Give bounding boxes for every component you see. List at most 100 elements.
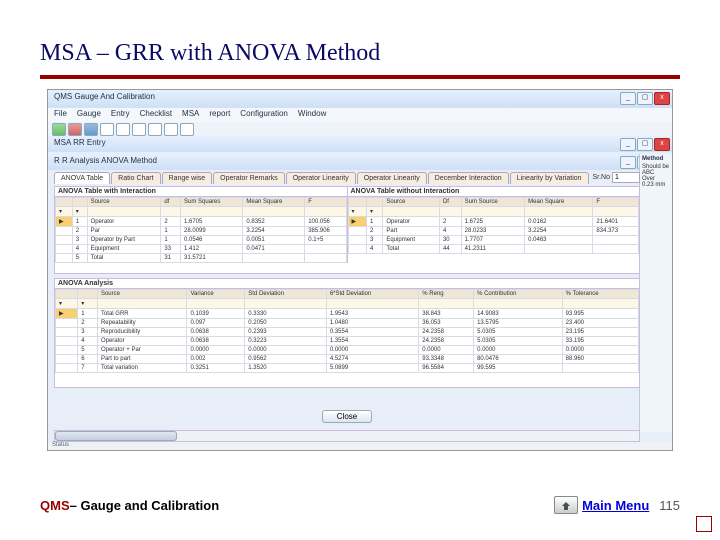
table-cell: Operator + Par [97, 346, 187, 355]
menu-window[interactable]: Window [298, 109, 326, 118]
scrollbar-thumb[interactable] [55, 431, 177, 441]
table-cell: Reproducibility [97, 328, 187, 337]
slide-title: MSA – GRR with ANOVA Method [40, 40, 680, 67]
table-cell: 31.5721 [181, 254, 243, 263]
table-cell: Repeatability [97, 319, 187, 328]
sub-maximize-icon[interactable]: ▢ [637, 138, 653, 151]
table-cell: 0.3251 [187, 364, 245, 373]
method-panel-title: Method [642, 156, 670, 162]
tab-6[interactable]: December Interaction [428, 172, 509, 184]
table-cell: 28.0099 [181, 227, 243, 236]
tab-5[interactable]: Operator Linearity [357, 172, 427, 184]
table-cell [56, 245, 73, 254]
table-cell: 96.5584 [419, 364, 474, 373]
slide-footer: QMS – Gauge and Calibration Main Menu 11… [40, 496, 680, 514]
tool-prev-icon[interactable] [132, 123, 146, 136]
main-menu-link[interactable]: Main Menu [554, 496, 649, 514]
menu-checklist[interactable]: Checklist [140, 109, 172, 118]
tool-delete-icon[interactable] [68, 123, 82, 136]
table-cell: 3 [78, 328, 98, 337]
table-cell: Equipment [383, 236, 440, 245]
horizontal-scrollbar[interactable] [54, 430, 640, 442]
close-button[interactable]: Close [322, 410, 372, 423]
menu-report[interactable]: report [209, 109, 230, 118]
sub-minimize-icon[interactable]: _ [620, 138, 636, 151]
table-cell: Total [383, 245, 440, 254]
table-cell: 0.1+5 [305, 236, 346, 245]
table-cell: 0.0000 [245, 346, 327, 355]
close-bar: Close [54, 410, 640, 428]
table-cell: Operator [97, 337, 187, 346]
table-cell: 36.053 [419, 319, 474, 328]
tool-first-icon[interactable] [116, 123, 130, 136]
menu-gauge[interactable]: Gauge [77, 109, 101, 118]
table-cell [305, 254, 346, 263]
table-cell: 6 [78, 355, 98, 364]
maximize-icon[interactable]: ▢ [637, 92, 653, 105]
tab-2[interactable]: Range wise [162, 172, 213, 184]
tab-4[interactable]: Operator Linearity [286, 172, 356, 184]
table-cell: 30 [439, 236, 461, 245]
status-bar: Status [48, 442, 672, 450]
table-cell: 1.3520 [245, 364, 327, 373]
tab-3[interactable]: Operator Remarks [213, 172, 285, 184]
table-cell: 0.0000 [187, 346, 245, 355]
table-cell: Equipment [87, 245, 161, 254]
table-cell [525, 245, 593, 254]
table-cell: 1.3554 [326, 337, 418, 346]
window-titlebar-sub2: R R Analysis ANOVA Method _ ▢ x [48, 154, 672, 170]
menu-configuration[interactable]: Configuration [240, 109, 288, 118]
table-cell: 0.0638 [187, 328, 245, 337]
sub-close-icon[interactable]: x [654, 138, 670, 151]
menu-file[interactable]: File [54, 109, 67, 118]
table-cell: 0.0546 [181, 236, 243, 245]
table-cell [56, 254, 73, 263]
table-cell: 88.960 [562, 355, 638, 364]
title-rule [40, 75, 680, 79]
tool-9-icon[interactable] [180, 123, 194, 136]
table-cell: 1 [161, 236, 181, 245]
table-cell: 0.0162 [525, 217, 593, 227]
tool-last-icon[interactable] [164, 123, 178, 136]
table-cell: 1.6705 [181, 217, 243, 227]
menu-msa[interactable]: MSA [182, 109, 199, 118]
tab-7[interactable]: Linearity by Variation [510, 172, 589, 184]
table-cell: Part to part [97, 355, 187, 364]
table-cell: 0.8352 [243, 217, 305, 227]
window-title-sub2: R R Analysis ANOVA Method [48, 154, 672, 167]
table-cell: 1.412 [181, 245, 243, 254]
table-cell: 0.9562 [245, 355, 327, 364]
sub2-minimize-icon[interactable]: _ [620, 156, 636, 169]
table-cell: 28.0233 [461, 227, 524, 236]
table-cell: 0.097 [187, 319, 245, 328]
table-cell: 5.0305 [474, 328, 563, 337]
table-cell: 38.843 [419, 309, 474, 319]
minimize-icon[interactable]: _ [620, 92, 636, 105]
anova-nointer-caption: ANOVA Table without Interaction [348, 187, 640, 197]
table-cell: 1 [78, 309, 98, 319]
table-cell: 4 [72, 245, 87, 254]
tool-next-icon[interactable] [148, 123, 162, 136]
table-cell: 4 [78, 337, 98, 346]
tool-save-icon[interactable] [84, 123, 98, 136]
close-icon[interactable]: x [654, 92, 670, 105]
anova-analysis-table: SourceVarianceStd Deviation6*Std Deviati… [55, 289, 639, 373]
menu-entry[interactable]: Entry [111, 109, 130, 118]
table-cell [56, 236, 73, 245]
footer-subtitle: – Gauge and Calibration [70, 498, 220, 513]
table-cell: 5.0305 [474, 337, 563, 346]
tab-1[interactable]: Ratio Chart [111, 172, 160, 184]
tool-4-icon[interactable] [100, 123, 114, 136]
table-cell: 2 [439, 217, 461, 227]
table-cell: 33 [161, 245, 181, 254]
tool-new-icon[interactable] [52, 123, 66, 136]
anova-inter-caption: ANOVA Table with Interaction [55, 187, 347, 197]
table-cell: 0.3330 [245, 309, 327, 319]
tab-0[interactable]: ANOVA Table [54, 172, 110, 184]
table-cell: 5 [72, 254, 87, 263]
table-cell [56, 364, 78, 373]
table-cell: 0.3554 [326, 328, 418, 337]
footer-qms: QMS [40, 498, 70, 513]
table-cell [56, 319, 78, 328]
table-cell [305, 245, 346, 254]
